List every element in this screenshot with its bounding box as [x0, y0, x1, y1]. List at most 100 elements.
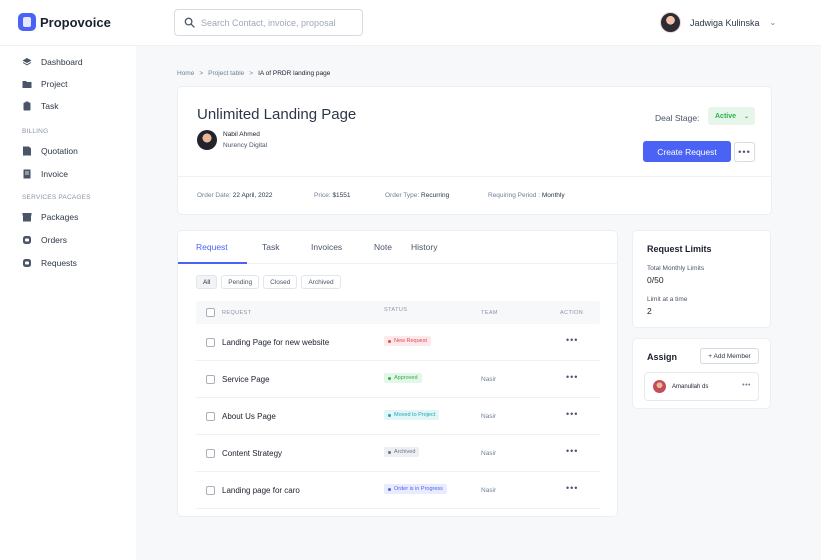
request-name[interactable]: Landing Page for new website [222, 338, 329, 347]
chevron-down-icon: ⌄ [744, 113, 750, 120]
requests-card: Request Task Invoices Note History All P… [177, 230, 618, 517]
time-limit-value: 2 [647, 306, 652, 316]
requests-icon [22, 258, 32, 268]
more-options-button[interactable]: ••• [734, 142, 755, 162]
logo-icon [18, 13, 36, 31]
status-badge: Archived [384, 447, 420, 457]
sidebar-item-task[interactable]: Task [22, 99, 58, 113]
limits-title: Request Limits [647, 244, 712, 254]
package-icon [22, 212, 32, 222]
status-badge: Approved [384, 373, 422, 383]
team-name: Nasir [481, 450, 497, 457]
create-request-button[interactable]: Create Request [643, 141, 731, 162]
request-name[interactable]: Content Strategy [222, 449, 282, 458]
user-avatar [660, 12, 681, 33]
search-input[interactable] [201, 17, 351, 28]
breadcrumb-project-table[interactable]: Project table [208, 70, 244, 77]
member-name: Amanullah ds [672, 383, 709, 390]
breadcrumb-home[interactable]: Home [177, 70, 194, 77]
table-row[interactable]: Content Strategy Archived Nasir ••• [196, 435, 600, 472]
sidebar-item-orders[interactable]: Orders [22, 233, 67, 247]
row-action-button[interactable]: ••• [566, 483, 578, 493]
sidebar-item-packages[interactable]: Packages [22, 210, 78, 224]
filter-archived[interactable]: Archived [301, 275, 341, 289]
add-member-button[interactable]: + Add Member [700, 348, 759, 364]
row-checkbox[interactable] [206, 449, 215, 458]
table-row[interactable]: Landing Page for new website New Request •… [196, 324, 600, 361]
team-name: Nasir [481, 376, 497, 383]
breadcrumb: Home > Project table > IA of PRDR landin… [177, 70, 330, 77]
billing-heading: BILLING [22, 128, 49, 135]
request-name[interactable]: Service Page [222, 375, 270, 384]
member-item[interactable]: Amanullah ds ••• [644, 372, 759, 401]
price: Price: $1551 [314, 192, 351, 199]
tab-request[interactable]: Request [196, 242, 228, 252]
tab-bar: Request Task Invoices Note History [178, 231, 617, 264]
search-box[interactable] [174, 9, 363, 36]
period-value: Monthly [541, 192, 565, 199]
status-dot-icon [388, 450, 391, 454]
order-type-value: Recurring [421, 192, 450, 199]
deal-stage-select[interactable]: Active ⌄ [708, 107, 755, 125]
tab-history[interactable]: History [411, 242, 437, 252]
client-org: Nurency Digital [223, 142, 268, 149]
breadcrumb-current: IA of PRDR landing page [258, 70, 331, 77]
row-checkbox[interactable] [206, 486, 215, 495]
row-checkbox[interactable] [206, 338, 215, 347]
user-menu[interactable]: Jadwiga Kulinska ⌄ [660, 12, 776, 33]
app-logo[interactable]: Propovoice [18, 13, 111, 31]
deal-stage-value: Active [715, 112, 737, 120]
price-value: $1551 [332, 192, 351, 199]
status-text: Order is in Progress [394, 486, 443, 492]
sidebar-item-label: Quotation [41, 146, 78, 156]
table-row[interactable]: About Us Page Moved to Project Nasir ••• [196, 398, 600, 435]
deal-stage-label: Deal Stage: [655, 113, 700, 123]
request-name[interactable]: Landing page for caro [222, 486, 300, 495]
invoice-icon [22, 169, 32, 179]
sidebar: Dashboard Project Task BILLING Quotation… [0, 46, 136, 560]
status-badge: New Request [384, 336, 432, 346]
sidebar-item-dashboard[interactable]: Dashboard [22, 55, 83, 69]
status-text: Moved to Project [394, 412, 436, 418]
breadcrumb-separator: > [249, 70, 254, 77]
user-name: Jadwiga Kulinska [690, 17, 760, 28]
table-row[interactable]: Landing page for caro Order is in Progres… [196, 472, 600, 509]
sidebar-item-project[interactable]: Project [22, 77, 67, 91]
sidebar-item-quotation[interactable]: Quotation [22, 144, 78, 158]
request-name[interactable]: About Us Page [222, 412, 276, 421]
row-checkbox[interactable] [206, 375, 215, 384]
price-label: Price: [314, 192, 331, 199]
filter-pending[interactable]: Pending [221, 275, 260, 289]
sidebar-item-label: Project [41, 79, 68, 89]
row-action-button[interactable]: ••• [566, 372, 578, 382]
member-more-button[interactable]: ••• [742, 382, 751, 389]
sidebar-item-requests[interactable]: Requests [22, 256, 77, 270]
filter-closed[interactable]: Closed [263, 275, 298, 289]
row-checkbox[interactable] [206, 412, 215, 421]
breadcrumb-separator: > [199, 70, 204, 77]
status-dot-icon [388, 376, 391, 380]
row-action-button[interactable]: ••• [566, 409, 578, 419]
status-badge: Order is in Progress [384, 484, 447, 494]
team-name: Nasir [481, 487, 497, 494]
sidebar-item-label: Invoice [41, 169, 68, 179]
header-action: ACTION [560, 310, 584, 316]
tab-note[interactable]: Note [374, 242, 392, 252]
sidebar-item-label: Packages [41, 212, 79, 222]
select-all-checkbox[interactable] [206, 308, 215, 317]
client-info: Nabil Ahmed Nurency Digital [197, 129, 267, 151]
sidebar-item-invoice[interactable]: Invoice [22, 167, 68, 181]
filter-all[interactable]: All [196, 275, 218, 289]
client-avatar [197, 130, 217, 150]
time-limit-label: Limit at a time [647, 296, 688, 303]
tab-invoices[interactable]: Invoices [311, 242, 342, 252]
status-badge: Moved to Project [384, 410, 440, 420]
top-bar: Propovoice Jadwiga Kulinska ⌄ [0, 0, 821, 46]
header-team: TEAM [481, 310, 498, 316]
row-action-button[interactable]: ••• [566, 335, 578, 345]
row-action-button[interactable]: ••• [566, 446, 578, 456]
tab-task[interactable]: Task [262, 242, 279, 252]
monthly-limit-value: 0/50 [647, 275, 664, 285]
table-row[interactable]: Service Page Approved Nasir ••• [196, 361, 600, 398]
orders-icon [22, 235, 32, 245]
